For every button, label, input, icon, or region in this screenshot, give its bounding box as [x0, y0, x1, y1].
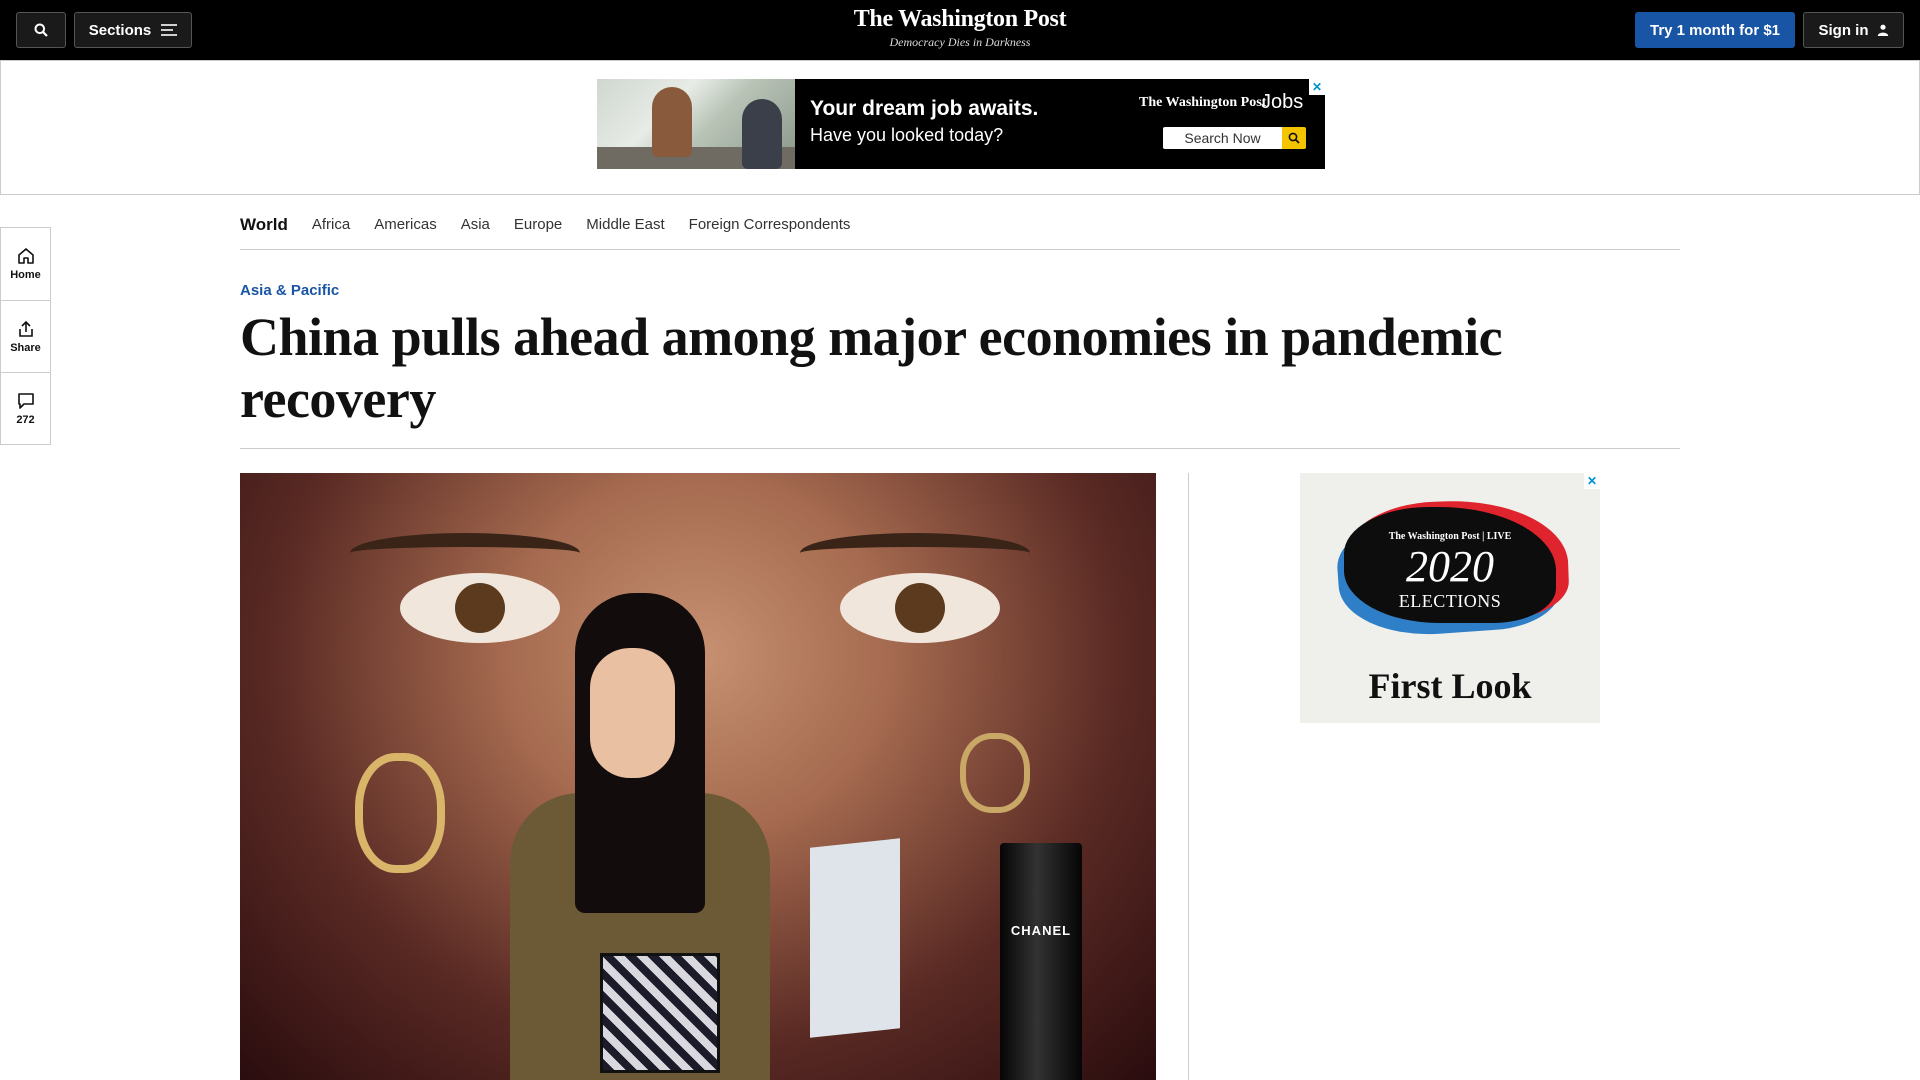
nav-europe[interactable]: Europe	[514, 216, 562, 233]
nav-world[interactable]: World	[240, 215, 288, 235]
rail-share-label: Share	[10, 341, 41, 354]
headline-divider	[240, 448, 1680, 449]
election-sidebar-ad[interactable]: The Washington Post | LIVE 2020 ELECTION…	[1300, 473, 1600, 723]
election-ad-word: ELECTIONS	[1398, 591, 1502, 611]
sections-button[interactable]: Sections	[74, 12, 192, 48]
share-icon	[18, 320, 33, 337]
search-icon	[34, 23, 48, 37]
ad-photo-person-right	[742, 99, 782, 169]
left-action-rail: Home Share 272	[0, 227, 51, 445]
section-subnav: World Africa Americas Asia Europe Middle…	[240, 200, 1680, 250]
article-kicker-link[interactable]: Asia & Pacific	[240, 282, 339, 299]
billboard-eye-right	[840, 573, 1000, 643]
article-lead-image: CHANEL	[240, 473, 1156, 1080]
pedestrian-handbag	[600, 953, 720, 1073]
jobs-banner-ad[interactable]: Your dream job awaits. Have you looked t…	[597, 79, 1325, 169]
billboard-eyebrow-right	[800, 533, 1030, 573]
election-ad-brand: The Washington Post | LIVE	[1388, 531, 1512, 542]
nav-asia[interactable]: Asia	[461, 216, 490, 233]
jobs-ad-headline: Your dream job awaits.	[810, 97, 1039, 120]
ad-photo-person-left	[652, 87, 692, 157]
masthead-logo-link[interactable]: The Washington Post Democracy Dies in Da…	[760, 6, 1160, 50]
rail-share-button[interactable]: Share	[1, 300, 50, 372]
nav-middle-east[interactable]: Middle East	[586, 216, 664, 233]
top-ad-container: Your dream job awaits. Have you looked t…	[0, 60, 1920, 195]
column-divider	[1188, 473, 1189, 1080]
search-button[interactable]	[16, 12, 66, 48]
jobs-ad-brand: The Washington Post	[1139, 95, 1267, 110]
billboard-eyebrow-left	[350, 533, 580, 573]
rail-home-label: Home	[10, 269, 41, 281]
billboard-earring-right	[960, 733, 1030, 813]
sections-label: Sections	[88, 21, 152, 39]
billboard-lipstick: CHANEL	[1000, 843, 1082, 1080]
comment-icon	[17, 392, 34, 409]
rail-comments-button[interactable]: 272	[1, 372, 50, 444]
election-ad-cta: First Look	[1368, 666, 1532, 706]
shopping-bag	[810, 838, 900, 1038]
lipstick-brand-text: CHANEL	[1010, 923, 1072, 938]
nav-foreign-correspondents[interactable]: Foreign Correspondents	[689, 216, 851, 233]
user-icon	[1877, 24, 1888, 36]
nav-africa[interactable]: Africa	[312, 216, 350, 233]
ad-choices-close-icon[interactable]: ✕	[1309, 79, 1325, 95]
sign-in-button[interactable]: Sign in	[1803, 12, 1904, 48]
search-icon	[1288, 132, 1300, 144]
subscribe-trial-button[interactable]: Try 1 month for $1	[1635, 12, 1795, 48]
pedestrian-face	[590, 648, 675, 778]
menu-icon	[161, 24, 178, 36]
rail-home-button[interactable]: Home	[1, 228, 50, 300]
home-icon	[17, 248, 34, 264]
jobs-search-now-button[interactable]: Search Now	[1163, 127, 1282, 149]
ad-photo-handshake	[597, 79, 795, 169]
top-navigation-bar: Sections The Washington Post Democracy D…	[0, 0, 1920, 60]
ad-close-icon[interactable]: ✕	[1584, 473, 1600, 489]
pedestrian-figure	[490, 593, 820, 1080]
billboard-earring-left	[355, 753, 445, 873]
jobs-ad-subline: Have you looked today?	[810, 125, 1004, 145]
article-headline: China pulls ahead among major economies …	[240, 307, 1503, 429]
site-logo: The Washington Post	[853, 6, 1067, 32]
election-ad-year: 2020	[1406, 542, 1494, 591]
rail-comment-count: 272	[16, 413, 35, 426]
nav-americas[interactable]: Americas	[374, 216, 437, 233]
sign-in-label: Sign in	[1818, 21, 1869, 39]
site-tagline: Democracy Dies in Darkness	[889, 35, 1031, 49]
jobs-ad-brand-suffix: Jobs	[1261, 91, 1304, 113]
jobs-search-submit[interactable]	[1282, 127, 1306, 149]
